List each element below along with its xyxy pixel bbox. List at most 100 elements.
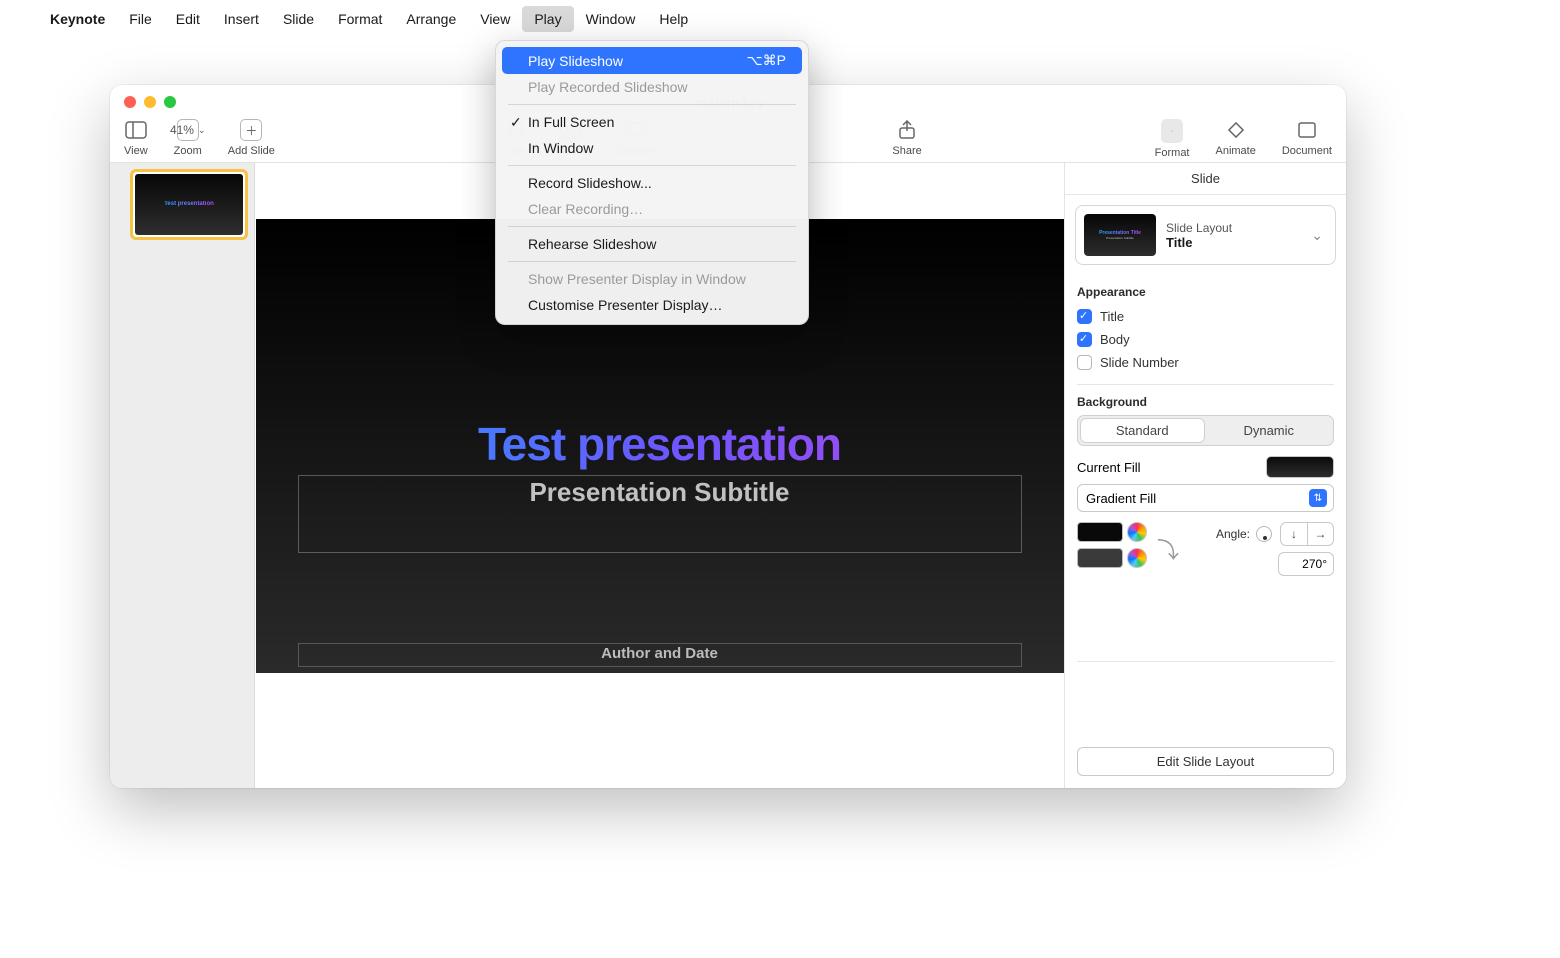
menu-help[interactable]: Help xyxy=(647,6,700,32)
appearance-heading: Appearance xyxy=(1077,285,1334,299)
zoom-window-button[interactable] xyxy=(164,96,176,108)
slide-footer-text[interactable]: Author and Date xyxy=(256,645,1064,662)
slide-subtitle-text[interactable]: Presentation Subtitle xyxy=(256,477,1064,508)
traffic-lights xyxy=(124,96,176,108)
toolbar-zoom-button[interactable]: 41% ⌄ Zoom xyxy=(174,119,202,157)
appearance-slidenum-row[interactable]: Slide Number xyxy=(1077,351,1334,374)
checkbox-title[interactable] xyxy=(1077,309,1092,324)
app-name[interactable]: Keynote xyxy=(38,6,117,32)
menu-insert[interactable]: Insert xyxy=(212,6,271,32)
slide-title-text[interactable]: Test presentation xyxy=(256,417,1064,471)
layout-name: Title xyxy=(1166,235,1232,250)
toolbar-left-group: View 41% ⌄ Zoom ＋ Add Slide xyxy=(124,119,275,157)
format-inspector: Slide Presentation Title Presentation Su… xyxy=(1064,163,1346,788)
fill-type-select[interactable]: Gradient Fill ⇅ xyxy=(1077,484,1334,512)
checkbox-label: Slide Number xyxy=(1100,355,1179,370)
toolbar-label: Zoom xyxy=(174,145,202,157)
document-icon xyxy=(1296,119,1318,141)
menu-item-label: Customise Presenter Display… xyxy=(528,297,723,313)
segment-standard[interactable]: Standard xyxy=(1080,418,1205,443)
toolbar-view-button[interactable]: View xyxy=(124,119,148,157)
gradient-stop-2[interactable] xyxy=(1077,548,1147,568)
menu-format[interactable]: Format xyxy=(326,6,394,32)
menu-item-label: Play Slideshow xyxy=(528,53,623,69)
color-wheel-icon[interactable] xyxy=(1127,522,1147,542)
close-window-button[interactable] xyxy=(124,96,136,108)
background-mode-segment[interactable]: Standard Dynamic xyxy=(1077,415,1334,446)
slide-thumbnail[interactable]: Test presentation xyxy=(130,169,248,240)
menu-separator xyxy=(508,165,796,166)
play-menu-dropdown: Play Slideshow ⌥⌘P Play Recorded Slidesh… xyxy=(495,40,809,325)
toolbar-label: Share xyxy=(892,145,921,157)
toolbar-format-button[interactable]: Format xyxy=(1155,119,1190,159)
mini-subtitle-icon: Presentation Subtitle xyxy=(1106,236,1134,240)
arrow-right-button[interactable]: → xyxy=(1307,523,1333,545)
toolbar-share-button[interactable]: Share xyxy=(892,119,921,157)
checkbox-label: Body xyxy=(1100,332,1130,347)
layout-text: Slide Layout Title xyxy=(1166,221,1232,250)
section-divider xyxy=(1077,384,1334,385)
diamond-icon xyxy=(1225,119,1247,141)
menu-separator xyxy=(508,104,796,105)
menu-item-clear-recording: Clear Recording… xyxy=(502,196,802,222)
checkbox-body[interactable] xyxy=(1077,332,1092,347)
gradient-stop-1[interactable] xyxy=(1077,522,1147,542)
menu-item-label: In Window xyxy=(528,140,593,156)
layout-thumbnail: Presentation Title Presentation Subtitle xyxy=(1084,214,1156,256)
toolbar-share-group: Share xyxy=(892,119,921,157)
sidebar-icon xyxy=(125,119,147,141)
edit-slide-layout-button[interactable]: Edit Slide Layout xyxy=(1077,747,1334,776)
menu-play[interactable]: Play xyxy=(522,6,573,32)
chevron-down-icon: ⌄ xyxy=(1307,223,1327,248)
angle-dial[interactable] xyxy=(1256,526,1272,542)
menu-file[interactable]: File xyxy=(117,6,164,32)
select-value: Gradient Fill xyxy=(1086,491,1156,506)
toolbar-label: Add Slide xyxy=(228,145,275,157)
menu-slide[interactable]: Slide xyxy=(271,6,326,32)
angle-value-field[interactable]: 270° xyxy=(1278,552,1334,576)
toolbar-label: View xyxy=(124,145,148,157)
menu-edit[interactable]: Edit xyxy=(164,6,212,32)
menu-item-in-full-screen[interactable]: ✓ In Full Screen xyxy=(502,109,802,135)
arrow-down-button[interactable]: ↓ xyxy=(1281,523,1307,545)
color-wheel-icon[interactable] xyxy=(1127,548,1147,568)
segment-dynamic[interactable]: Dynamic xyxy=(1207,418,1332,443)
appearance-section: Appearance Title Body Slide Number Backg… xyxy=(1065,277,1346,576)
gradient-color-stops xyxy=(1077,522,1147,568)
menu-item-show-presenter: Show Presenter Display in Window xyxy=(502,266,802,292)
menu-item-rehearse-slideshow[interactable]: Rehearse Slideshow xyxy=(502,231,802,257)
toolbar-label: Format xyxy=(1155,147,1190,159)
checkbox-slide-number[interactable] xyxy=(1077,355,1092,370)
menu-view[interactable]: View xyxy=(468,6,522,32)
slide-layout-picker[interactable]: Presentation Title Presentation Subtitle… xyxy=(1075,205,1336,265)
color-swatch-gray[interactable] xyxy=(1077,548,1123,568)
color-swatch-dark[interactable] xyxy=(1077,522,1123,542)
minimize-window-button[interactable] xyxy=(144,96,156,108)
menu-item-in-window[interactable]: In Window xyxy=(502,135,802,161)
toolbar-add-slide-button[interactable]: ＋ Add Slide xyxy=(228,119,275,157)
appearance-title-row[interactable]: Title xyxy=(1077,305,1334,328)
zoom-value: 41% xyxy=(170,123,194,137)
toolbar-document-button[interactable]: Document xyxy=(1282,119,1332,159)
menu-item-label: In Full Screen xyxy=(528,114,614,130)
menu-separator xyxy=(508,261,796,262)
menu-item-label: Clear Recording… xyxy=(528,201,643,217)
brush-icon xyxy=(1161,119,1183,143)
menu-item-record-slideshow[interactable]: Record Slideshow... xyxy=(502,170,802,196)
menu-item-label: Rehearse Slideshow xyxy=(528,236,656,252)
toolbar-label: Document xyxy=(1282,145,1332,157)
menu-arrange[interactable]: Arrange xyxy=(394,6,468,32)
inspector-tab-slide[interactable]: Slide xyxy=(1065,163,1346,195)
current-fill-swatch[interactable] xyxy=(1266,456,1334,478)
slide-navigator: 1 Test presentation xyxy=(110,163,255,788)
appearance-body-row[interactable]: Body xyxy=(1077,328,1334,351)
menu-item-label: Show Presenter Display in Window xyxy=(528,271,746,287)
swap-stops-icon[interactable]: ⤵ xyxy=(1157,533,1179,565)
checkmark-icon: ✓ xyxy=(510,114,522,131)
menu-item-play-slideshow[interactable]: Play Slideshow ⌥⌘P xyxy=(502,47,802,74)
menu-window[interactable]: Window xyxy=(574,6,648,32)
menu-separator xyxy=(508,226,796,227)
plus-icon: ＋ xyxy=(240,119,262,141)
toolbar-animate-button[interactable]: Animate xyxy=(1216,119,1256,159)
menu-item-customise-presenter[interactable]: Customise Presenter Display… xyxy=(502,292,802,318)
